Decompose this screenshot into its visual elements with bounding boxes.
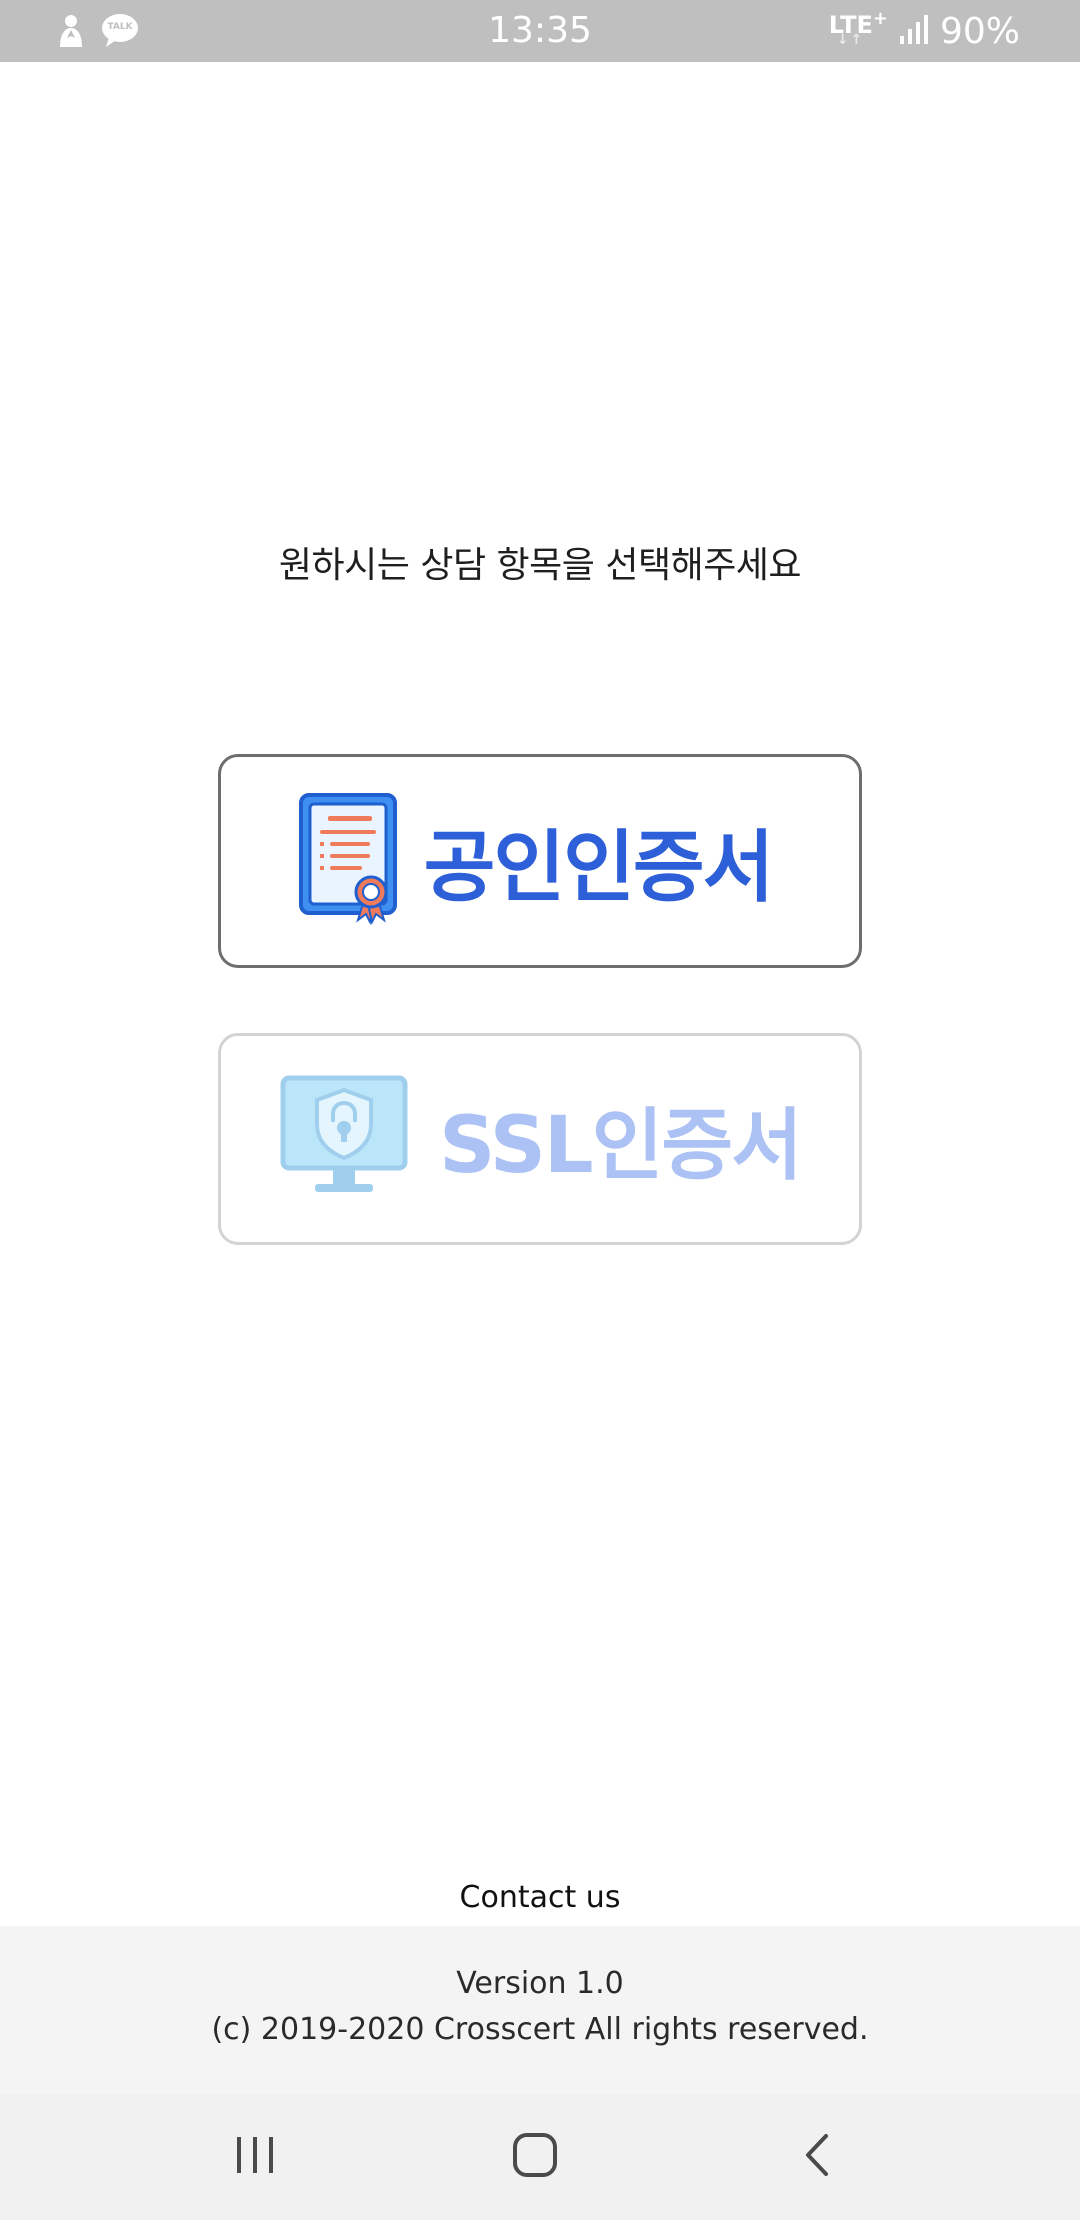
- ssl-certificate-label: SSL인증서: [439, 1101, 803, 1191]
- back-icon: [802, 2133, 832, 2181]
- home-button[interactable]: [475, 2094, 595, 2220]
- home-icon: [512, 2132, 558, 2182]
- recents-icon: [233, 2135, 277, 2179]
- battery-level: 90%: [939, 10, 1020, 52]
- recents-button[interactable]: [195, 2094, 315, 2220]
- copyright-text: (c) 2019-2020 Crosscert All rights reser…: [211, 2012, 869, 2047]
- monitor-lock-icon: [279, 1072, 409, 1206]
- certificate-icon: [298, 792, 398, 930]
- system-navigation-bar: [0, 2094, 1080, 2220]
- contact-us-link[interactable]: Contact us: [0, 1880, 1080, 1915]
- ssl-certificate-button[interactable]: SSL인증서: [218, 1033, 862, 1245]
- public-certificate-button[interactable]: 공인인증서: [218, 754, 862, 968]
- system-indicators: LTE+ ↓↑ 90%: [829, 0, 1020, 62]
- back-button[interactable]: [757, 2094, 877, 2220]
- network-plus: +: [872, 7, 888, 29]
- network-type-indicator: LTE+ ↓↑: [829, 7, 888, 48]
- footer-band: [0, 1926, 1080, 2094]
- status-bar: TALK 13:35 LTE+ ↓↑ 90%: [0, 0, 1080, 62]
- selection-prompt: 원하시는 상담 항목을 선택해주세요: [278, 545, 802, 586]
- version-text: Version 1.0: [456, 1966, 624, 2001]
- signal-icon: [899, 14, 928, 48]
- data-activity-arrows: ↓↑: [836, 31, 865, 48]
- public-certificate-label: 공인인증서: [423, 823, 775, 913]
